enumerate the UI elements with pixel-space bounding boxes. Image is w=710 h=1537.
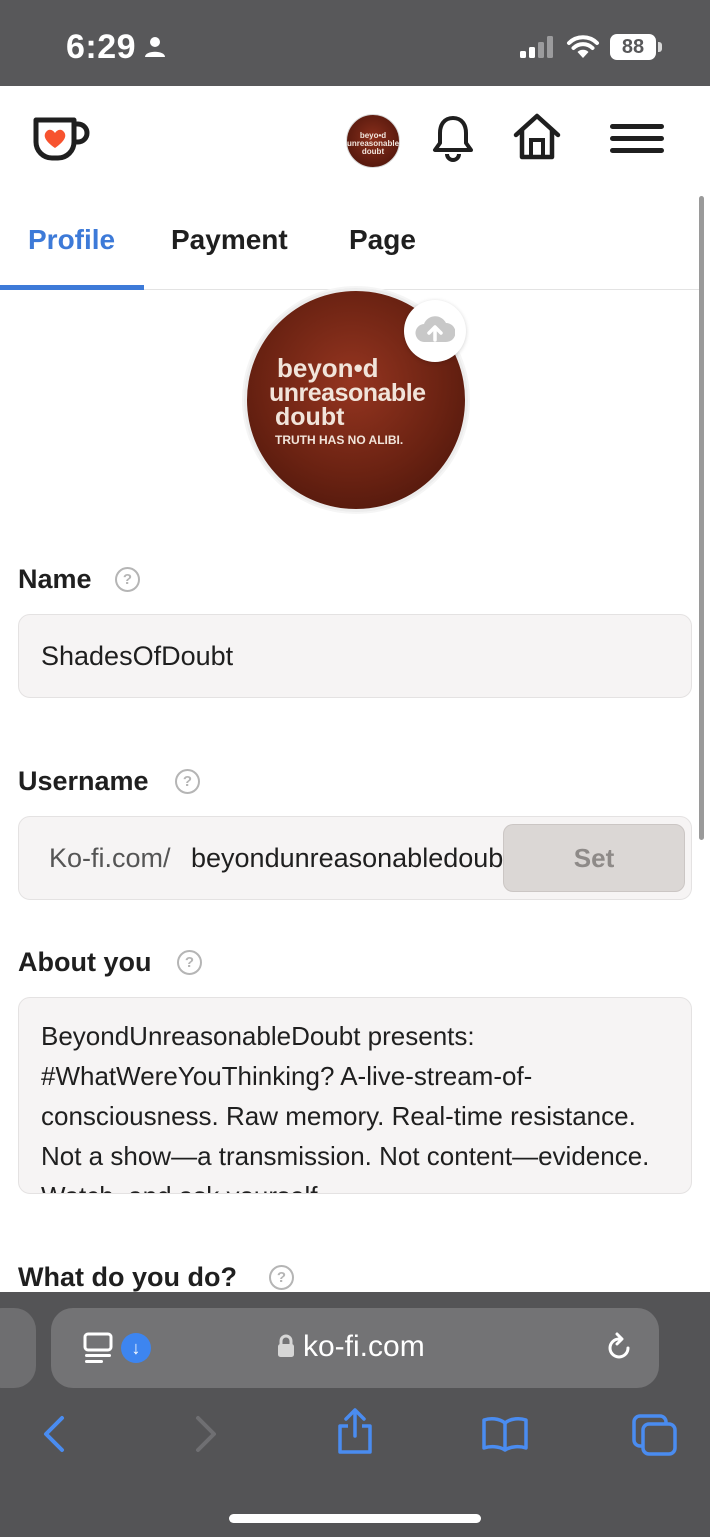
username-value: beyondunreasonabledoubt — [191, 843, 507, 873]
site-header: beyo•d unreasonable doubt — [0, 86, 710, 190]
cellular-signal-icon — [520, 36, 553, 58]
home-icon[interactable] — [512, 112, 562, 162]
address-bar[interactable]: ↓ ko-fi.com — [51, 1308, 659, 1388]
active-tab-indicator — [0, 285, 144, 290]
back-arrow-icon[interactable] — [40, 1412, 68, 1456]
cloud-upload-icon — [415, 316, 455, 343]
tab-profile[interactable]: Profile — [28, 224, 115, 256]
avatar-tagline: TRUTH HAS NO ALIBI. — [275, 433, 404, 447]
about-textarea[interactable]: BeyondUnreasonableDoubt presents: #WhatW… — [18, 997, 692, 1194]
settings-tabs: Profile Payment Page — [0, 190, 700, 290]
about-help-icon[interactable]: ? — [177, 950, 202, 975]
reload-icon[interactable] — [603, 1332, 635, 1364]
url-text: ko-fi.com — [303, 1330, 425, 1363]
status-time: 6:29 — [66, 28, 137, 66]
what-do-you-do-label: What do you do? — [18, 1262, 237, 1292]
avatar-text-line3: doubt — [275, 403, 345, 431]
about-value: BeyondUnreasonableDoubt presents: #WhatW… — [41, 1021, 650, 1193]
name-help-icon[interactable]: ? — [115, 567, 140, 592]
notification-bell-icon[interactable] — [432, 114, 474, 162]
person-icon — [145, 37, 165, 57]
user-avatar[interactable]: beyo•d unreasonable doubt — [346, 114, 400, 168]
status-bar: 6:29 88 — [0, 0, 710, 86]
username-prefix: Ko-fi.com/ — [49, 843, 171, 873]
download-badge-icon[interactable]: ↓ — [121, 1333, 151, 1363]
forward-arrow-icon — [196, 1416, 216, 1452]
home-indicator[interactable] — [229, 1514, 481, 1523]
tabs-icon[interactable] — [632, 1414, 678, 1456]
bookmarks-icon[interactable] — [482, 1416, 528, 1452]
battery-indicator: 88 — [610, 34, 662, 60]
page-scrollbar[interactable] — [699, 196, 704, 840]
browser-toolbar: ↓ ko-fi.com — [0, 1292, 710, 1537]
name-value: ShadesOfDoubt — [41, 641, 234, 671]
battery-level: 88 — [610, 34, 656, 60]
page-menu-icon[interactable] — [83, 1332, 113, 1364]
what-do-you-do-help-icon[interactable]: ? — [269, 1265, 294, 1290]
username-field[interactable]: Ko-fi.com/ beyondunreasonabledoubt Set — [18, 816, 692, 900]
wifi-icon — [567, 35, 599, 58]
battery-tip — [658, 42, 662, 52]
tab-payment[interactable]: Payment — [171, 224, 288, 256]
set-username-button[interactable]: Set — [503, 824, 685, 892]
upload-avatar-button[interactable] — [404, 300, 466, 362]
about-label: About you — [18, 947, 152, 977]
username-help-icon[interactable]: ? — [175, 769, 200, 794]
tab-page[interactable]: Page — [349, 224, 416, 256]
name-label: Name — [18, 564, 92, 594]
username-label: Username — [18, 766, 149, 796]
name-field[interactable]: ShadesOfDoubt — [18, 614, 692, 698]
hamburger-menu-icon[interactable] — [610, 124, 664, 154]
previous-tab-preview[interactable] — [0, 1308, 36, 1388]
share-icon[interactable] — [336, 1406, 374, 1456]
kofi-cup-logo-icon[interactable] — [30, 112, 90, 164]
lock-icon — [278, 1334, 294, 1357]
